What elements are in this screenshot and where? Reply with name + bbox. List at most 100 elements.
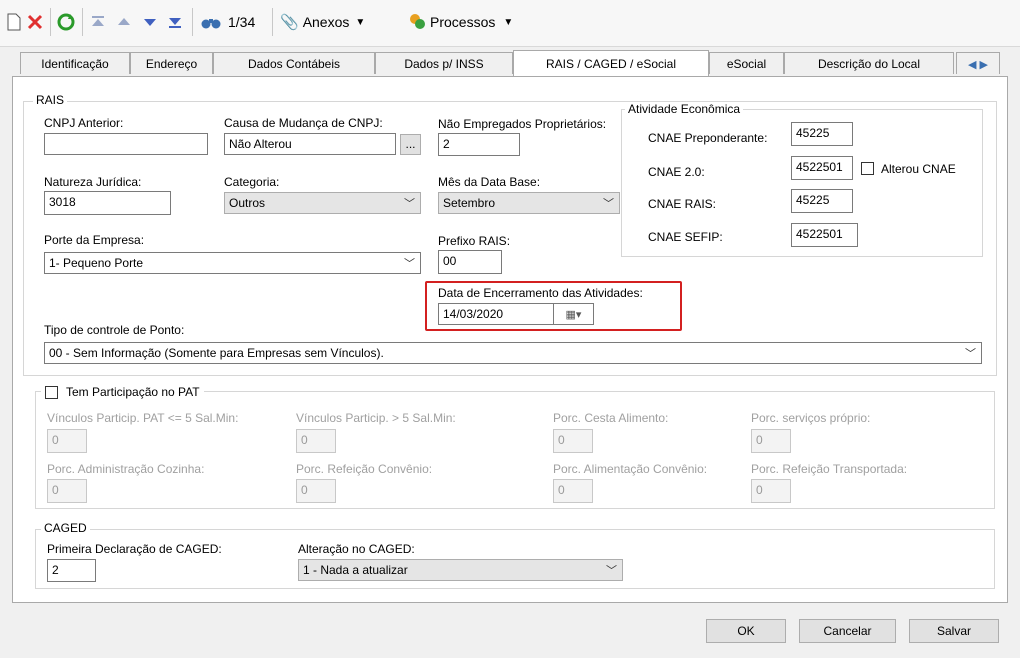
first-record-icon[interactable] — [90, 10, 106, 34]
tab-panel: RAIS CNPJ Anterior: Causa de Mudança de … — [12, 76, 1008, 603]
alteracao-caged-value: 1 - Nada a atualizar — [303, 563, 408, 577]
next-record-icon[interactable] — [142, 10, 158, 34]
tipo-ponto-select[interactable]: 00 - Sem Informação (Somente para Empres… — [44, 342, 982, 364]
anexos-label: Anexos — [302, 14, 350, 30]
record-counter: 1/34 — [228, 14, 256, 30]
pat-label: Tem Participação no PAT — [66, 385, 200, 399]
pat-group — [35, 391, 995, 509]
cnpj-anterior-field[interactable] — [44, 133, 208, 155]
chevron-down-icon: ﹀ — [603, 198, 614, 210]
tab-dados-contabeis[interactable]: Dados Contábeis — [213, 52, 375, 74]
last-record-icon[interactable] — [167, 10, 183, 34]
tab-descricao-local[interactable]: Descrição do Local — [784, 52, 954, 74]
pat-legend: Tem Participação no PAT — [41, 385, 204, 399]
mes-data-base-value: Setembro — [443, 196, 496, 210]
prefixo-rais-label: Prefixo RAIS: — [438, 234, 511, 248]
cnae-rais-field[interactable]: 45225 — [791, 189, 853, 213]
cnae-20-label: CNAE 2.0: — [648, 165, 705, 179]
chevron-down-icon: ﹀ — [606, 565, 617, 577]
natureza-juridica-field[interactable]: 3018 — [44, 191, 171, 215]
pat-field-2-label: Vínculos Particip. > 5 Sal.Min: — [296, 411, 456, 425]
pat-field-1[interactable]: 0 — [47, 429, 87, 453]
mes-data-base-select[interactable]: Setembro ﹀ — [438, 192, 620, 214]
processos-button[interactable]: Processos ▼ — [408, 10, 513, 34]
categoria-value: Outros — [229, 196, 266, 210]
rais-legend: RAIS — [33, 93, 68, 107]
cnae-sefip-label: CNAE SEFIP: — [648, 230, 723, 244]
pat-field-8-label: Porc. Refeição Transportada: — [751, 462, 908, 476]
cnae-preponderante-label: CNAE Preponderante: — [648, 131, 768, 145]
tipo-ponto-label: Tipo de controle de Ponto: — [44, 323, 185, 337]
chevron-down-icon: ﹀ — [965, 348, 976, 360]
causa-mudanca-field[interactable]: Não Alterou — [224, 133, 396, 155]
new-record-icon[interactable] — [6, 10, 22, 34]
processos-icon — [408, 12, 426, 33]
chevron-down-icon: ﹀ — [404, 258, 415, 270]
atividade-economica-legend: Atividade Econômica — [625, 102, 744, 116]
chevron-down-icon: ﹀ — [404, 198, 415, 210]
pat-field-3-label: Porc. Cesta Alimento: — [553, 411, 669, 425]
pat-field-2[interactable]: 0 — [296, 429, 336, 453]
calendar-dropdown-button[interactable]: ▦▾ — [554, 303, 594, 325]
anexos-button[interactable]: 📎 Anexos ▼ — [280, 10, 365, 34]
causa-mudanca-label: Causa de Mudança de CNPJ: — [224, 116, 383, 130]
pat-field-4-label: Porc. serviços próprio: — [751, 411, 871, 425]
tab-esocial[interactable]: eSocial — [709, 52, 784, 74]
cnae-rais-label: CNAE RAIS: — [648, 197, 717, 211]
pat-field-3[interactable]: 0 — [553, 429, 593, 453]
chevron-down-icon: ▼ — [503, 16, 514, 28]
primeira-declaracao-label: Primeira Declaração de CAGED: — [47, 542, 222, 556]
nao-empregados-label: Não Empregados Proprietários: — [438, 117, 607, 131]
alteracao-caged-select[interactable]: 1 - Nada a atualizar ﹀ — [298, 559, 623, 581]
delete-icon[interactable] — [26, 10, 44, 34]
nao-empregados-field[interactable]: 2 — [438, 133, 520, 156]
refresh-icon[interactable] — [56, 10, 76, 34]
categoria-select[interactable]: Outros ﹀ — [224, 192, 421, 214]
alterou-cnae-checkbox[interactable] — [861, 162, 874, 175]
categoria-label: Categoria: — [224, 175, 280, 189]
pat-field-6-label: Porc. Refeição Convênio: — [296, 462, 433, 476]
pat-checkbox[interactable] — [45, 385, 58, 399]
processos-label: Processos — [430, 14, 496, 30]
cnpj-anterior-label: CNPJ Anterior: — [44, 116, 124, 130]
primeira-declaracao-field[interactable]: 2 — [47, 559, 96, 582]
porte-empresa-value: 1- Pequeno Porte — [49, 256, 144, 270]
pat-field-5-label: Porc. Administração Cozinha: — [47, 462, 205, 476]
cnae-preponderante-field[interactable]: 45225 — [791, 122, 853, 146]
binoculars-icon[interactable] — [200, 10, 222, 34]
tipo-ponto-value: 00 - Sem Informação (Somente para Empres… — [49, 346, 384, 360]
pat-field-8[interactable]: 0 — [751, 479, 791, 503]
data-encerramento-field[interactable]: 14/03/2020 — [438, 303, 554, 325]
cnae-20-field[interactable]: 4522501 — [791, 156, 853, 180]
tab-rais-caged-esocial[interactable]: RAIS / CAGED / eSocial — [513, 50, 709, 76]
ok-button[interactable]: OK — [706, 619, 786, 643]
pat-field-1-label: Vínculos Particip. PAT <= 5 Sal.Min: — [47, 411, 239, 425]
tab-identificacao[interactable]: Identificação — [20, 52, 130, 74]
porte-empresa-label: Porte da Empresa: — [44, 233, 145, 247]
pat-field-7-label: Porc. Alimentação Convênio: — [553, 462, 708, 476]
chevron-down-icon: ▼ — [355, 16, 366, 28]
causa-mudanca-lookup-button[interactable]: ... — [400, 134, 421, 155]
pat-field-7[interactable]: 0 — [553, 479, 593, 503]
mes-data-base-label: Mês da Data Base: — [438, 175, 541, 189]
prefixo-rais-field[interactable]: 00 — [438, 250, 502, 274]
cancelar-button[interactable]: Cancelar — [799, 619, 896, 643]
natureza-juridica-label: Natureza Jurídica: — [44, 175, 142, 189]
tab-scroll-arrows[interactable]: ◀ ▶ — [956, 52, 1000, 74]
pat-field-5[interactable]: 0 — [47, 479, 87, 503]
pat-field-6[interactable]: 0 — [296, 479, 336, 503]
tab-dados-inss[interactable]: Dados p/ INSS — [375, 52, 513, 74]
pat-field-4[interactable]: 0 — [751, 429, 791, 453]
data-encerramento-label: Data de Encerramento das Atividades: — [438, 286, 643, 300]
cnae-sefip-field[interactable]: 4522501 — [791, 223, 858, 247]
tab-endereco[interactable]: Endereço — [130, 52, 213, 74]
porte-empresa-select[interactable]: 1- Pequeno Porte ﹀ — [44, 252, 421, 274]
previous-record-icon[interactable] — [116, 10, 132, 34]
alteracao-caged-label: Alteração no CAGED: — [298, 542, 415, 556]
paperclip-icon: 📎 — [280, 14, 299, 31]
caged-legend: CAGED — [41, 521, 90, 535]
toolbar: 1/34 📎 Anexos ▼ Processos ▼ — [0, 0, 1020, 47]
alterou-cnae-label: Alterou CNAE — [881, 162, 956, 176]
salvar-button[interactable]: Salvar — [909, 619, 999, 643]
calendar-icon: ▦▾ — [565, 309, 582, 321]
